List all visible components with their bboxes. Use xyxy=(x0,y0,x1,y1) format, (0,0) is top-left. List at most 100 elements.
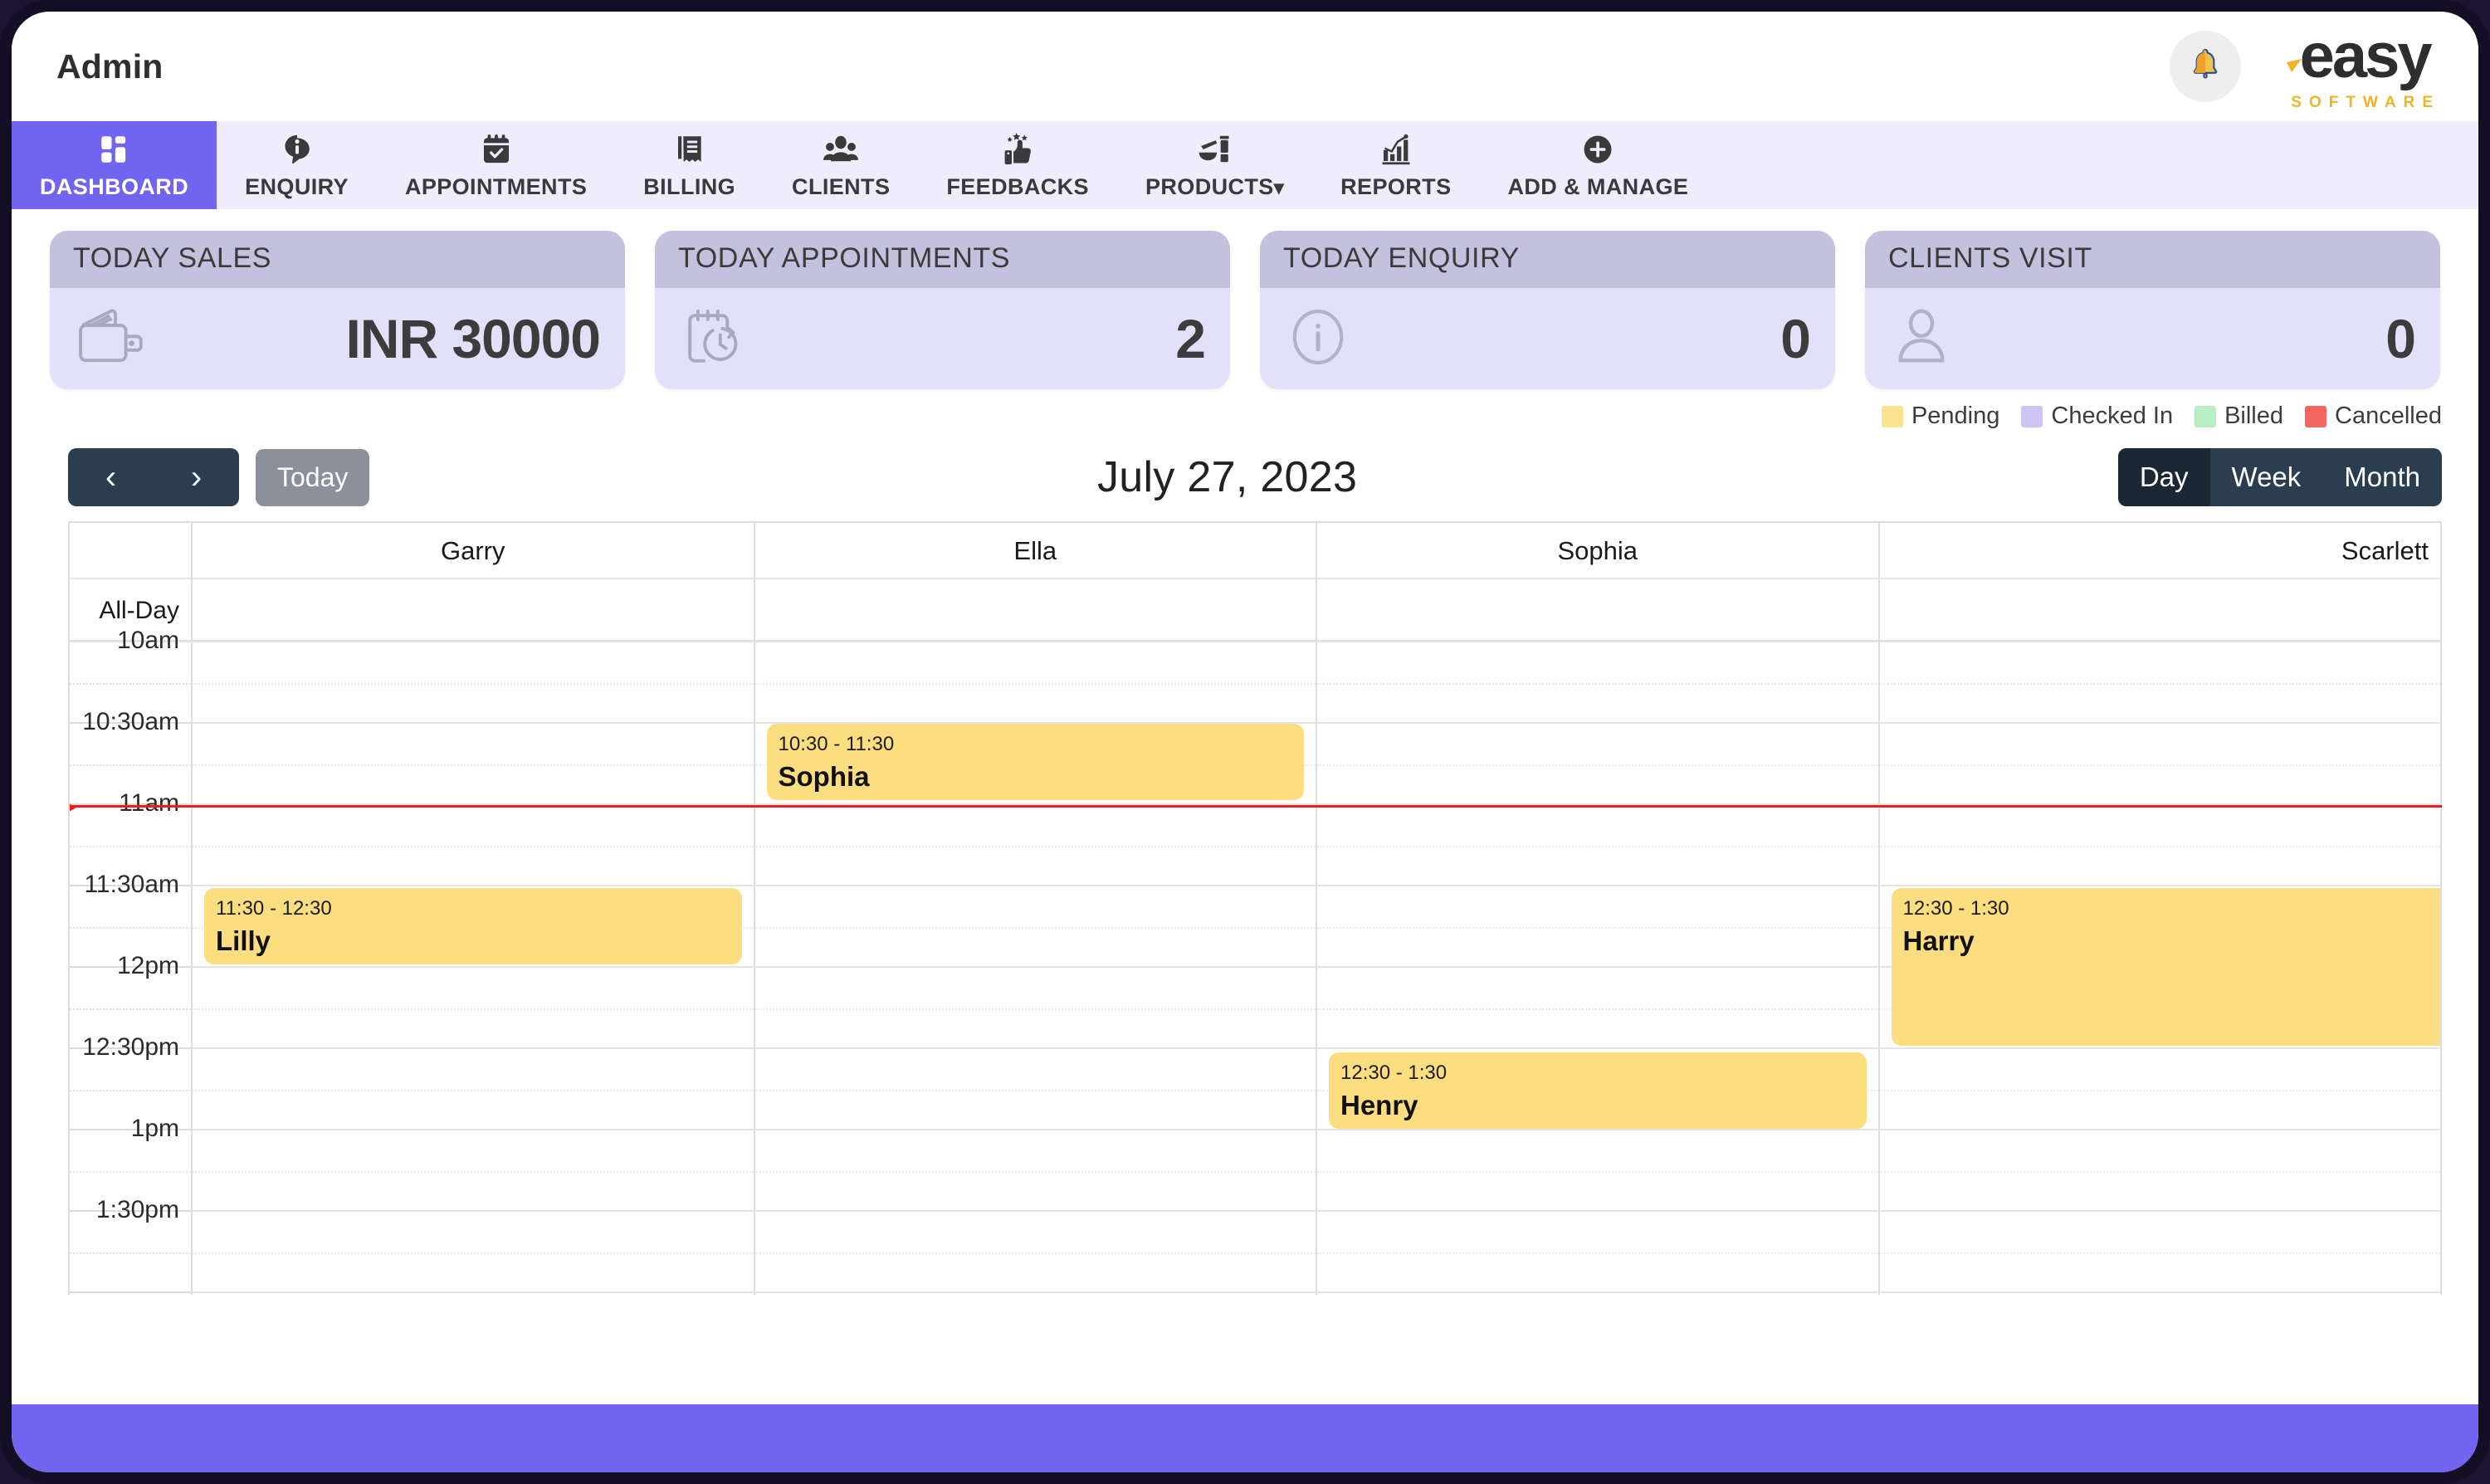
stat-card-today-enquiry[interactable]: TODAY ENQUIRY 0 xyxy=(1260,231,1835,389)
grid-slot[interactable] xyxy=(1317,1293,1878,1295)
nav-item-add-and-manage[interactable]: ADD & MANAGE xyxy=(1479,121,1716,209)
bell-icon xyxy=(2186,46,2224,88)
calendar-grid[interactable]: Garry Ella Sophia Scarlett All-Day 10am … xyxy=(68,521,2442,1295)
time-label: 1:30pm xyxy=(95,1196,179,1223)
staff-column-garry[interactable]: 11:30 - 12:30 Lilly xyxy=(193,642,755,1295)
allday-cell-scarlett[interactable] xyxy=(1879,579,2442,642)
calendar-allday-row: All-Day xyxy=(70,579,2442,642)
appointment-block[interactable]: 10:30 - 11:30 Sophia xyxy=(766,724,1304,800)
nav-item-dashboard[interactable]: DASHBOARD xyxy=(12,121,217,209)
prev-next-group: ‹ › xyxy=(68,448,239,506)
time-label: 1pm xyxy=(130,1115,179,1142)
legend-item-cancelled: Cancelled xyxy=(2305,403,2442,430)
allday-cell-garry[interactable] xyxy=(193,579,755,642)
nav-label: DASHBOARD xyxy=(40,173,189,199)
grid-slot[interactable] xyxy=(1317,642,1878,724)
allday-cell-sophia[interactable] xyxy=(1317,579,1880,642)
stat-value: 0 xyxy=(2385,308,2416,369)
appointment-block[interactable]: 11:30 - 12:30 Lilly xyxy=(204,888,742,964)
grid-slot[interactable] xyxy=(1879,805,2440,886)
status-legend: Pending Checked In Billed Cancelled xyxy=(12,389,2478,430)
nav-item-reports[interactable]: REPORTS xyxy=(1312,121,1479,209)
nav-label: CLIENTS xyxy=(792,173,891,199)
legend-swatch xyxy=(2195,405,2217,427)
staff-column-ella[interactable]: 10:30 - 11:30 Sophia xyxy=(754,642,1317,1295)
grid-slot[interactable] xyxy=(1317,805,1878,886)
app-window: Admin easy SOFTWARE DASHBOARD ENQUIRY AP… xyxy=(12,12,2478,1472)
grid-slot[interactable] xyxy=(193,805,754,886)
legend-label: Cancelled xyxy=(2335,403,2442,429)
nav-item-feedbacks[interactable]: FEEDBACKS xyxy=(918,121,1117,209)
next-day-button[interactable]: › xyxy=(154,448,239,506)
grid-slot[interactable] xyxy=(1317,1130,1878,1212)
view-button-day[interactable]: Day xyxy=(2117,448,2210,506)
stat-card-today-sales[interactable]: TODAY SALES INR 30000 xyxy=(50,231,625,389)
appointment-client: Harry xyxy=(1902,925,1975,956)
grid-slot[interactable] xyxy=(1880,1293,2441,1295)
grid-slot[interactable] xyxy=(193,724,754,805)
time-slot: 1:30pm xyxy=(70,1196,191,1293)
nav-item-appointments[interactable]: APPOINTMENTS xyxy=(377,121,615,209)
grid-slot[interactable] xyxy=(193,968,754,1049)
grid-slot[interactable] xyxy=(193,1049,754,1130)
time-label: 11am xyxy=(119,789,179,817)
view-button-week[interactable]: Week xyxy=(2210,448,2323,506)
device-frame: Admin easy SOFTWARE DASHBOARD ENQUIRY AP… xyxy=(0,0,2490,1484)
nav-item-enquiry[interactable]: ENQUIRY xyxy=(217,121,377,209)
receipt-icon xyxy=(672,131,707,168)
calendar-staff-header-garry: Garry xyxy=(193,523,755,579)
prev-day-button[interactable]: ‹ xyxy=(68,448,154,506)
time-slot xyxy=(70,1293,191,1295)
calendar-corner-cell xyxy=(70,523,193,579)
grid-slot[interactable] xyxy=(754,1130,1316,1212)
nav-item-products[interactable]: PRODUCTS▾ xyxy=(1117,121,1312,209)
grid-slot[interactable] xyxy=(754,1049,1316,1130)
allday-cell-ella[interactable] xyxy=(754,579,1317,642)
nav-label: APPOINTMENTS xyxy=(404,173,588,199)
stat-card-today-appointments[interactable]: TODAY APPOINTMENTS 2 xyxy=(655,231,1230,389)
staff-name: Garry xyxy=(441,536,505,565)
grid-slot[interactable] xyxy=(754,1212,1316,1293)
grid-slot[interactable] xyxy=(754,968,1316,1049)
top-header: Admin easy SOFTWARE xyxy=(12,12,2478,121)
notification-button[interactable] xyxy=(2170,31,2242,102)
legend-swatch xyxy=(2305,405,2327,427)
grid-slot[interactable] xyxy=(754,886,1316,968)
calendar-nav-group: ‹ › Today xyxy=(68,448,370,506)
staff-name: Sophia xyxy=(1557,536,1638,565)
grid-slot[interactable] xyxy=(1879,1212,2440,1293)
nav-label: ADD & MANAGE xyxy=(1507,173,1689,199)
grid-slot[interactable] xyxy=(1317,968,1878,1049)
grid-slot[interactable] xyxy=(193,1293,754,1295)
grid-slot[interactable] xyxy=(1879,1049,2440,1130)
grid-slot[interactable] xyxy=(193,1130,754,1212)
stat-card-clients-visit[interactable]: CLIENTS VISIT 0 xyxy=(1865,231,2440,389)
grid-slot[interactable] xyxy=(193,642,754,724)
grid-slot[interactable] xyxy=(1879,724,2440,805)
time-label: 10:30am xyxy=(82,708,179,735)
grid-slot[interactable] xyxy=(1317,1212,1878,1293)
staff-column-scarlett[interactable]: 12:30 - 1:30 Harry xyxy=(1879,642,2442,1295)
grid-slot[interactable] xyxy=(755,1293,1316,1295)
header-actions: easy SOFTWARE xyxy=(2170,21,2440,112)
grid-slot[interactable] xyxy=(754,642,1316,724)
time-gutter: 10am 10:30am 11am 11:30am 12pm 12:30pm 1… xyxy=(70,627,193,1295)
nav-item-clients[interactable]: CLIENTS xyxy=(764,121,918,209)
view-switcher: Day Week Month xyxy=(2117,448,2442,506)
grid-slot[interactable] xyxy=(1317,886,1878,968)
grid-slot[interactable] xyxy=(1879,642,2440,724)
stat-body: 0 xyxy=(1260,288,1835,389)
dashboard-icon xyxy=(97,131,132,168)
appointment-block[interactable]: 12:30 - 1:30 Henry xyxy=(1329,1052,1867,1129)
main-nav: DASHBOARD ENQUIRY APPOINTMENTS BILLING C… xyxy=(12,121,2478,209)
product-tube-icon xyxy=(1197,131,1233,168)
grid-slot[interactable] xyxy=(193,1212,754,1293)
grid-slot[interactable] xyxy=(1879,1130,2440,1212)
appointment-block[interactable]: 12:30 - 1:30 Harry xyxy=(1891,888,2440,1046)
grid-slot[interactable] xyxy=(1317,724,1878,805)
legend-swatch xyxy=(2021,405,2043,427)
staff-column-sophia[interactable]: 12:30 - 1:30 Henry xyxy=(1317,642,1880,1295)
view-button-month[interactable]: Month xyxy=(2322,448,2442,506)
nav-item-billing[interactable]: BILLING xyxy=(615,121,764,209)
grid-slot[interactable] xyxy=(754,805,1316,886)
